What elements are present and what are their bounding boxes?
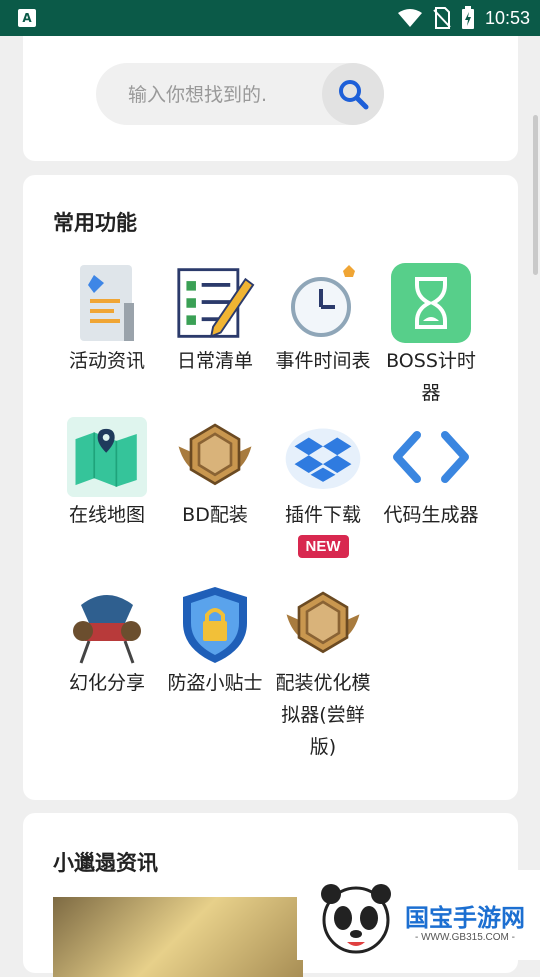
- func-item-label: 幻化分享: [68, 672, 145, 694]
- func-item-label: BD配装: [182, 504, 248, 526]
- site-watermark: 国宝手游网 - WWW.GB315.COM -: [297, 870, 540, 960]
- status-bar: A 10:53: [0, 0, 540, 36]
- code-brackets-icon: [393, 431, 469, 483]
- search-card: [23, 36, 518, 161]
- func-item-daily-checklist[interactable]: 日常清单: [161, 263, 269, 377]
- func-item-label: 防盗小贴士: [167, 672, 263, 694]
- hexagon-medal-icon: [286, 591, 360, 654]
- section-title-news: 小邋遢资讯: [53, 851, 158, 875]
- wifi-icon: [397, 9, 422, 27]
- func-item-boss-timer[interactable]: BOSS计时器: [377, 263, 485, 409]
- func-item-transmog-share[interactable]: 幻化分享: [53, 585, 161, 699]
- sim-no-signal-icon: [433, 7, 451, 29]
- func-item-label: 日常清单: [176, 350, 253, 372]
- func-item-code-generator[interactable]: 代码生成器: [377, 417, 485, 531]
- func-item-online-map[interactable]: 在线地图: [53, 417, 161, 531]
- hexagon-medal-icon: [178, 423, 252, 486]
- func-item-label: 活动资讯: [68, 350, 145, 372]
- watermark-brand: 国宝手游网: [405, 904, 525, 932]
- func-item-anti-theft-tips[interactable]: 防盗小贴士: [161, 585, 269, 699]
- section-title-common-functions: 常用功能: [53, 211, 137, 235]
- func-item-label: 代码生成器: [383, 504, 479, 526]
- event-clock-icon: [291, 265, 355, 337]
- func-item-label: 插件下载: [284, 504, 361, 526]
- news-thumbnail[interactable]: [53, 897, 303, 977]
- func-item-label: BOSS计时器: [386, 350, 476, 404]
- scrollbar[interactable]: [533, 115, 538, 275]
- func-item-bd-build[interactable]: BD配装: [161, 417, 269, 531]
- watermark-url: - WWW.GB315.COM -: [415, 932, 515, 943]
- dropbox-icon: [285, 428, 361, 489]
- search-box: [96, 63, 384, 127]
- func-item-build-optimizer[interactable]: 配装优化模拟器(尝鲜版): [269, 585, 377, 763]
- search-input[interactable]: [126, 63, 310, 127]
- map-icon: [67, 417, 147, 497]
- func-item-plugin-download[interactable]: 插件下载 NEW: [269, 417, 377, 558]
- common-functions-card: 常用功能 活动资讯 日常清单 事件时间表 BOSS计时器 在线地图 BD配装 插…: [23, 175, 518, 800]
- activity-news-icon: [80, 265, 134, 341]
- daily-checklist-icon: [177, 268, 255, 338]
- func-item-label: 事件时间表: [275, 350, 371, 372]
- lock-shield-icon: [183, 587, 247, 663]
- battery-charging-icon: [461, 6, 474, 29]
- search-icon: [339, 80, 369, 110]
- app-notification-icon: A: [18, 9, 36, 27]
- search-button[interactable]: [322, 63, 384, 125]
- func-item-label: 在线地图: [68, 504, 145, 526]
- func-item-event-schedule[interactable]: 事件时间表: [269, 263, 377, 377]
- armor-icon: [73, 595, 141, 664]
- func-item-activity-news[interactable]: 活动资讯: [53, 263, 161, 377]
- func-item-label: 配装优化模拟器(尝鲜版): [275, 672, 371, 758]
- status-time: 10:53: [484, 7, 530, 28]
- hourglass-icon: [391, 263, 471, 343]
- panda-logo-icon: [321, 884, 391, 954]
- new-badge: NEW: [297, 535, 349, 558]
